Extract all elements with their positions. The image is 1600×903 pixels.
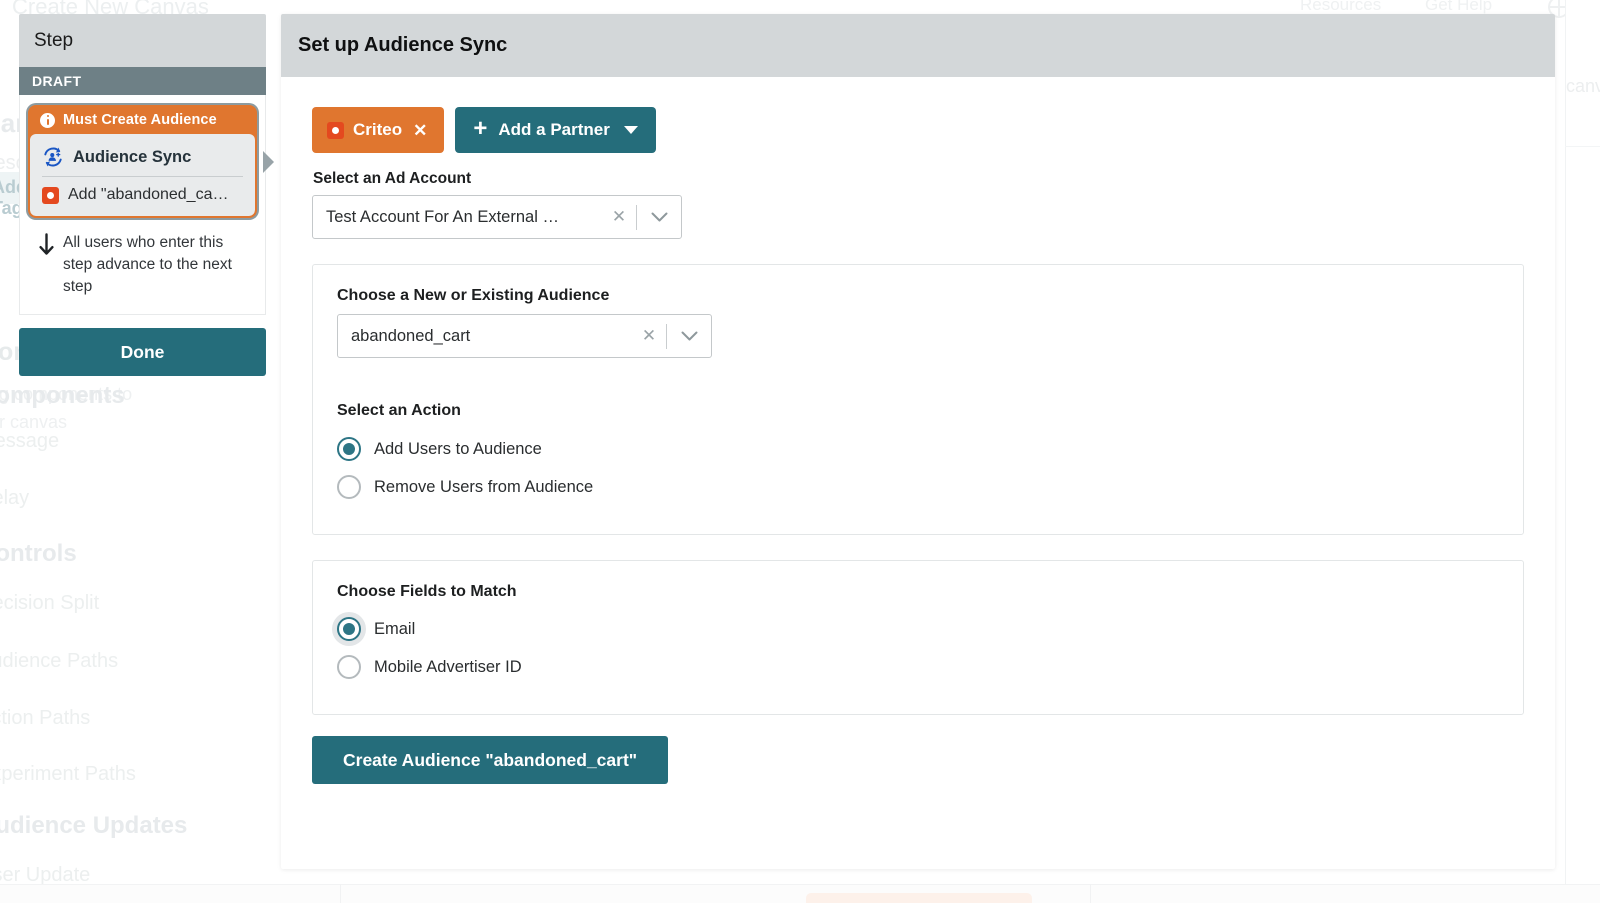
node-inner-content: Audience Sync Add "abandoned_ca… bbox=[30, 134, 255, 216]
create-audience-button[interactable]: Create Audience "abandoned_cart" bbox=[312, 736, 668, 784]
background-bottom-pill bbox=[806, 893, 1032, 903]
radio-indicator bbox=[337, 617, 361, 641]
audience-sync-modal: Set up Audience Sync Criteo ✕ + Add a Pa… bbox=[281, 14, 1555, 869]
ad-account-clear-icon[interactable]: ✕ bbox=[602, 207, 636, 227]
radio-indicator bbox=[337, 475, 361, 499]
step-body: Must Create Audience bbox=[19, 95, 266, 315]
background-component-item: Audience Paths bbox=[0, 650, 118, 673]
background-components-heading: Components bbox=[0, 382, 125, 410]
background-component-item: Decision Split bbox=[0, 592, 99, 615]
radio-label: Email bbox=[374, 620, 415, 639]
background-bottom-divider-2 bbox=[1090, 884, 1091, 903]
audience-sync-node[interactable]: Must Create Audience bbox=[28, 105, 257, 218]
radio-add-users-to-audience[interactable]: Add Users to Audience bbox=[337, 430, 1499, 468]
audience-select[interactable]: abandoned_cart ✕ bbox=[337, 314, 712, 358]
add-partner-label: Add a Partner bbox=[498, 120, 609, 140]
background-component-item: Controls bbox=[0, 540, 77, 568]
background-component-item: Action Paths bbox=[0, 707, 90, 730]
audience-select-label: Choose a New or Existing Audience bbox=[337, 287, 1499, 305]
must-create-audience-label: Must Create Audience bbox=[63, 112, 217, 128]
background-bottom-strip bbox=[0, 884, 1600, 903]
partner-tab-criteo[interactable]: Criteo ✕ bbox=[312, 107, 444, 153]
radio-indicator bbox=[337, 655, 361, 679]
step-card-panel: Step DRAFT Must Create Audience bbox=[19, 14, 266, 376]
radio-email[interactable]: Email bbox=[337, 610, 1499, 648]
fields-to-match-card: Choose Fields to Match Email Mobile Adve… bbox=[312, 560, 1524, 715]
must-create-audience-alert: Must Create Audience bbox=[30, 107, 255, 134]
background-component-item: Delay bbox=[0, 487, 29, 510]
alert-exclamation-icon bbox=[40, 113, 55, 128]
radio-label: Add Users to Audience bbox=[374, 440, 542, 459]
advance-note: All users who enter this step advance to… bbox=[38, 232, 253, 298]
partner-row: Criteo ✕ + Add a Partner bbox=[312, 107, 1524, 153]
node-action-row: Add "abandoned_ca… bbox=[40, 177, 245, 206]
node-title-label: Audience Sync bbox=[73, 148, 191, 167]
audience-clear-icon[interactable]: ✕ bbox=[632, 326, 666, 346]
modal-title: Set up Audience Sync bbox=[298, 34, 507, 57]
criteo-icon bbox=[327, 122, 344, 139]
node-title-row: Audience Sync bbox=[40, 143, 245, 176]
modal-body: Criteo ✕ + Add a Partner Select an Ad Ac… bbox=[281, 77, 1555, 784]
radio-mobile-advertiser-id[interactable]: Mobile Advertiser ID bbox=[337, 648, 1499, 686]
ad-account-chevron-down-icon[interactable] bbox=[637, 212, 681, 223]
step-title: Step bbox=[34, 30, 73, 52]
ad-account-value: Test Account For An External … bbox=[313, 208, 602, 227]
background-component-item: Audience Updates bbox=[0, 812, 187, 840]
partner-tab-label: Criteo bbox=[353, 120, 402, 140]
audience-sync-node-wrapper: Must Create Audience bbox=[28, 105, 257, 218]
select-action-label: Select an Action bbox=[337, 402, 1499, 420]
criteo-partner-icon bbox=[42, 187, 59, 204]
modal-header: Set up Audience Sync bbox=[281, 14, 1555, 77]
add-partner-button[interactable]: + Add a Partner bbox=[455, 107, 656, 153]
radio-indicator bbox=[337, 437, 361, 461]
background-resources-link: Resources bbox=[1300, 0, 1381, 15]
radio-label: Mobile Advertiser ID bbox=[374, 658, 522, 677]
advance-note-text: All users who enter this step advance to… bbox=[63, 232, 253, 298]
draft-status-bar: DRAFT bbox=[19, 67, 266, 95]
audience-value: abandoned_cart bbox=[338, 327, 632, 346]
radio-remove-users-from-audience[interactable]: Remove Users from Audience bbox=[337, 468, 1499, 506]
audience-chevron-down-icon[interactable] bbox=[667, 331, 711, 342]
radio-label: Remove Users from Audience bbox=[374, 478, 593, 497]
background-bottom-divider-1 bbox=[340, 884, 341, 903]
ad-account-select[interactable]: Test Account For An External … ✕ bbox=[312, 195, 682, 239]
background-component-item: Message bbox=[0, 430, 59, 453]
node-pointer-arrow bbox=[263, 151, 274, 173]
ad-account-label: Select an Ad Account bbox=[313, 170, 1524, 188]
background-right-panel-text: canvas bbox=[1566, 76, 1600, 97]
fields-to-match-label: Choose Fields to Match bbox=[337, 583, 1499, 601]
background-get-help-link: Get Help bbox=[1425, 0, 1492, 15]
audience-action-card: Choose a New or Existing Audience abando… bbox=[312, 264, 1524, 535]
plus-icon: + bbox=[473, 117, 487, 141]
background-component-item: Experiment Paths bbox=[0, 763, 136, 786]
done-button[interactable]: Done bbox=[19, 328, 266, 376]
chevron-down-icon bbox=[624, 126, 638, 134]
arrow-down-icon bbox=[38, 233, 55, 258]
draft-status-label: DRAFT bbox=[32, 73, 81, 89]
step-header: Step bbox=[19, 14, 266, 67]
node-action-label: Add "abandoned_ca… bbox=[68, 186, 228, 204]
audience-sync-icon bbox=[42, 146, 64, 168]
background-right-panel bbox=[1565, 0, 1600, 903]
background-right-divider bbox=[1565, 146, 1600, 147]
remove-partner-icon[interactable]: ✕ bbox=[413, 122, 427, 139]
